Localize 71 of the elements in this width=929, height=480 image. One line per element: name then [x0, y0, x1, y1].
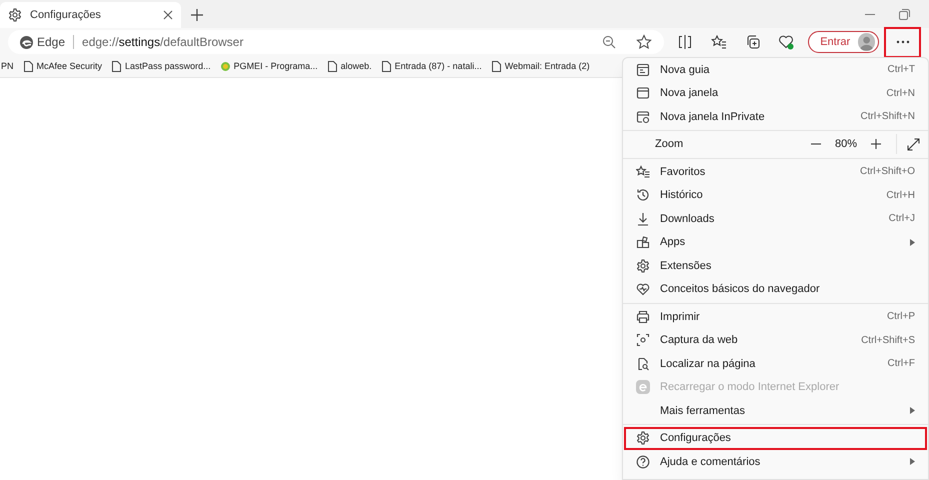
close-icon[interactable] [163, 10, 173, 20]
shortcut-text: Ctrl+Shift+O [860, 165, 915, 180]
explorer-icon [636, 380, 650, 394]
menu-item-label: Zoom [655, 137, 684, 152]
page-icon [328, 61, 337, 72]
restore-icon[interactable] [899, 9, 910, 20]
menu-item[interactable]: Conceitos básicos do navegador [624, 278, 927, 301]
favorites-list-icon[interactable] [711, 34, 728, 50]
split-screen-icon[interactable] [678, 35, 692, 49]
bookmark-link[interactable]: McAfee Security [36, 60, 102, 74]
help-icon [636, 454, 650, 469]
bookmark-link[interactable]: Webmail: Entrada (2) [504, 60, 590, 74]
apps-icon [636, 235, 650, 250]
menu-item[interactable]: Histórico Ctrl+H [624, 184, 927, 207]
favorites-list-icon [636, 164, 650, 179]
address-bar[interactable]: Edge edge://settings/defaultBrowser [8, 30, 664, 54]
menu-item[interactable]: Configurações [624, 426, 927, 450]
page-icon [382, 61, 391, 72]
menu-item[interactable]: Localizar na página Ctrl+F [624, 352, 927, 376]
bookmark-link[interactable]: PGMEI - Programa... [234, 60, 318, 74]
shortcut-text: Ctrl+F [888, 357, 915, 372]
bookmark-link[interactable]: LastPass password... [125, 60, 211, 74]
bookmark-link[interactable]: aloweb. [340, 60, 372, 74]
site-label: Edge [37, 34, 66, 51]
collections-icon[interactable] [745, 34, 762, 50]
site-icon [220, 62, 230, 71]
menu-item[interactable]: Extensões [624, 254, 927, 278]
zoom-in-icon[interactable] [870, 138, 882, 150]
page-icon [24, 61, 33, 72]
new-tab-icon[interactable] [189, 7, 205, 23]
browser-logo-icon [20, 36, 33, 48]
menu-item[interactable]: Nova janela InPrivate Ctrl+Shift+N [624, 105, 927, 128]
menu-item[interactable]: Downloads Ctrl+J [624, 207, 927, 230]
shortcut-text: Ctrl+Shift+S [861, 334, 915, 348]
more-icon [896, 40, 910, 44]
heart-icon [636, 282, 650, 296]
heart-icon[interactable] [778, 34, 794, 50]
menu-item[interactable]: Captura da web Ctrl+Shift+S [624, 328, 927, 352]
menu-item[interactable]: Imprimir Ctrl+P [624, 305, 927, 328]
menu-item[interactable]: Nova guia Ctrl+T [624, 58, 927, 82]
page-icon [112, 61, 122, 72]
download-icon [636, 212, 650, 226]
new-tab-icon [636, 62, 650, 77]
page-icon [492, 61, 501, 72]
shortcut-text: Ctrl+T [888, 63, 915, 78]
bookmark-link[interactable]: PN [1, 60, 14, 74]
shortcut-text: Ctrl+P [886, 310, 915, 324]
browser-tab[interactable]: Configurações [0, 2, 181, 28]
url-text: edge://settings/defaultBrowser [82, 34, 244, 51]
bookmark-link[interactable]: Entrada (87) - natali... [394, 60, 482, 74]
history-icon [636, 188, 650, 202]
shortcut-text: Ctrl+Shift+N [860, 110, 915, 124]
private-window-icon [636, 110, 650, 124]
screenshot-icon [636, 333, 650, 348]
favorite-star-icon[interactable] [636, 34, 652, 50]
fullscreen-icon[interactable] [907, 138, 920, 151]
gear-icon [636, 431, 650, 446]
menu-item[interactable]: Apps [624, 230, 927, 254]
menu-item[interactable]: Ajuda e comentários [624, 450, 927, 474]
gear-icon [8, 8, 22, 22]
printer-icon [636, 310, 650, 324]
shortcut-text: Ctrl+H [886, 188, 915, 203]
menu-item[interactable]: Favoritos Ctrl+Shift+O [624, 160, 927, 184]
zoom-out-icon[interactable] [602, 35, 616, 49]
menu-item[interactable]: Nova janela Ctrl+N [624, 82, 927, 105]
shortcut-text: Ctrl+N [886, 86, 915, 101]
window-icon [636, 86, 650, 100]
shortcut-text: Ctrl+J [888, 212, 915, 226]
menu-item[interactable]: Mais ferramentas [624, 399, 927, 422]
zoom-level: 80% [834, 137, 858, 152]
find-icon [636, 356, 650, 371]
